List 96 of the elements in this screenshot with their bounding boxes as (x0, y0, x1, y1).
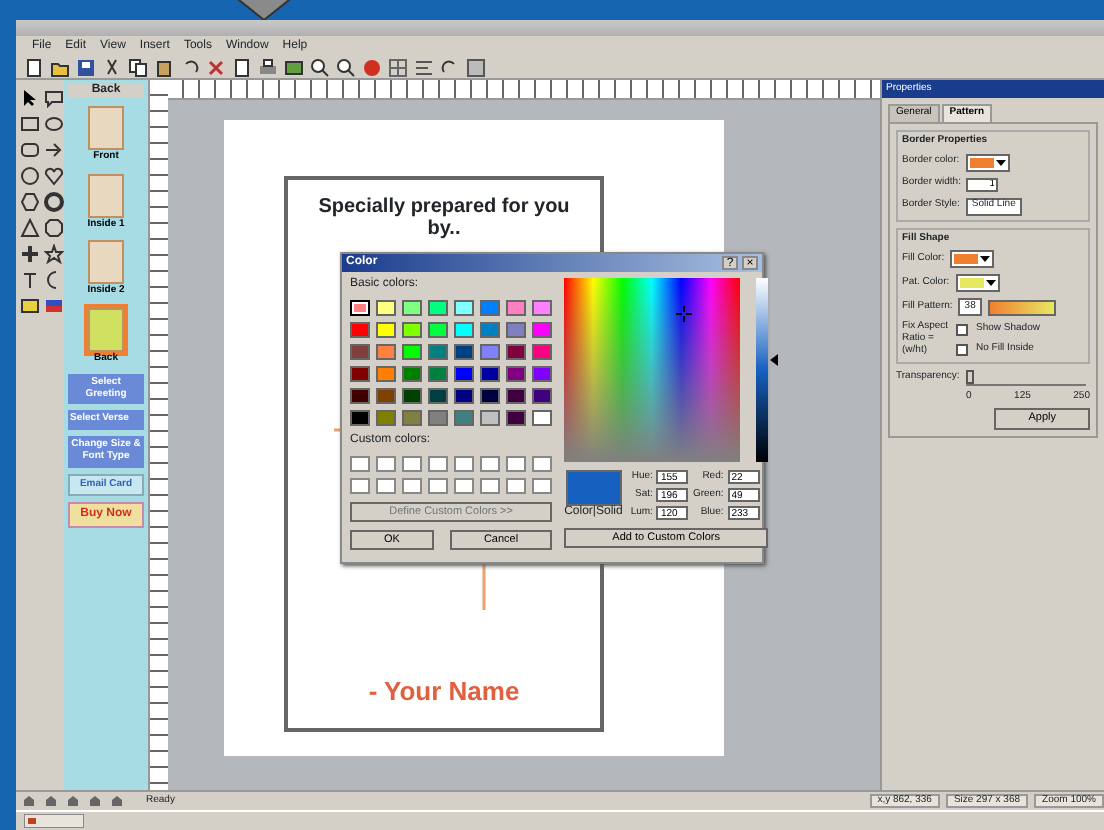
color-swatch[interactable] (454, 321, 474, 338)
picture-icon[interactable] (20, 296, 40, 316)
color-swatch[interactable] (376, 409, 396, 426)
color-swatch[interactable] (402, 409, 422, 426)
color-spectrum[interactable] (564, 278, 741, 462)
star-icon[interactable] (44, 244, 64, 264)
color-swatch[interactable] (350, 321, 370, 338)
color-dropdown[interactable] (965, 153, 1010, 171)
color-swatch[interactable] (506, 321, 526, 338)
image-icon[interactable] (284, 57, 304, 77)
color-swatch[interactable] (428, 387, 448, 404)
color-swatch[interactable] (350, 409, 370, 426)
heart-icon[interactable] (44, 166, 64, 186)
redo-icon[interactable] (440, 57, 460, 77)
layers-icon[interactable] (466, 57, 486, 77)
caret-icon (995, 157, 1006, 167)
caret-icon (985, 278, 996, 289)
color-swatch[interactable] (376, 365, 396, 382)
signature-text: - Your Name (368, 678, 520, 708)
speech-bubble-icon[interactable] (44, 88, 64, 108)
color-swatch[interactable] (480, 321, 500, 338)
copy-icon[interactable] (128, 57, 148, 77)
caret-icon (980, 254, 991, 265)
undo-icon[interactable] (180, 57, 200, 77)
color-swatch[interactable] (428, 321, 448, 338)
color-swatch[interactable] (454, 409, 474, 426)
color-preview (565, 470, 622, 507)
color-swatch[interactable] (454, 299, 474, 316)
new-file-icon[interactable] (24, 57, 44, 77)
color-swatch[interactable] (506, 365, 526, 382)
crosshair-icon (676, 306, 693, 322)
color-swatch[interactable] (428, 409, 448, 426)
paste-icon[interactable] (154, 57, 174, 77)
color-swatch[interactable] (480, 387, 500, 404)
color-swatch[interactable] (454, 365, 474, 382)
color-swatch[interactable] (480, 365, 500, 382)
color-swatch[interactable] (454, 387, 474, 404)
color-swatch[interactable] (454, 343, 474, 360)
color-swatch[interactable] (402, 321, 422, 338)
color-swatch[interactable] (350, 365, 370, 382)
color-swatch[interactable] (350, 299, 370, 316)
color-dropdown[interactable] (950, 250, 995, 269)
color-swatch[interactable] (376, 321, 396, 338)
color-swatch[interactable] (532, 365, 552, 382)
color-dropdown[interactable] (955, 274, 1000, 293)
cross-icon[interactable] (20, 244, 40, 264)
triangle-icon[interactable] (20, 218, 40, 238)
color-swatch[interactable] (480, 343, 500, 360)
open-folder-icon[interactable] (50, 57, 70, 77)
color-swatch[interactable] (350, 343, 370, 360)
slider-thumb[interactable] (965, 369, 974, 383)
text-icon[interactable] (20, 270, 40, 290)
color-swatch[interactable] (506, 409, 526, 426)
print-preview-icon[interactable] (232, 57, 252, 77)
color-swatch[interactable] (402, 299, 422, 316)
pointer-icon[interactable] (20, 88, 40, 108)
color-swatch[interactable] (532, 387, 552, 404)
cut-icon[interactable] (102, 57, 122, 77)
color-swatch[interactable] (532, 409, 552, 426)
delete-icon[interactable] (206, 57, 226, 77)
color-swatch[interactable] (376, 343, 396, 360)
color-swatch[interactable] (402, 365, 422, 382)
color-swatch[interactable] (506, 343, 526, 360)
card-heading: Specially prepared for you by.. (316, 196, 572, 240)
color-swatch[interactable] (376, 299, 396, 316)
color-swatch[interactable] (532, 321, 552, 338)
zoom-out-icon[interactable] (336, 57, 356, 77)
rectangle-icon[interactable] (20, 114, 40, 134)
color-swatch[interactable] (376, 387, 396, 404)
color-swatch[interactable] (350, 387, 370, 404)
color-swatch[interactable] (480, 299, 500, 316)
color-swatch[interactable] (402, 387, 422, 404)
octagon-icon[interactable] (44, 218, 64, 238)
color-swatch[interactable] (402, 343, 422, 360)
hexagon-icon[interactable] (20, 192, 40, 212)
color-swatch[interactable] (506, 299, 526, 316)
ring-icon[interactable] (44, 192, 64, 212)
pattern-swatch (987, 299, 1056, 316)
grid-icon[interactable] (388, 57, 408, 77)
align-icon[interactable] (414, 57, 434, 77)
oval-icon[interactable] (44, 114, 64, 134)
color-swatch[interactable] (480, 409, 500, 426)
color-swatch[interactable] (428, 343, 448, 360)
save-icon[interactable] (76, 57, 96, 77)
color-swatch[interactable] (532, 299, 552, 316)
zoom-in-icon[interactable] (310, 57, 330, 77)
window-icon[interactable] (24, 814, 84, 828)
flag-icon[interactable] (44, 296, 64, 316)
color-swatch[interactable] (428, 365, 448, 382)
print-icon[interactable] (258, 57, 278, 77)
arrow-icon[interactable] (44, 140, 64, 160)
color-swatch[interactable] (428, 299, 448, 316)
color-swatch[interactable] (532, 343, 552, 360)
color-swatch[interactable] (506, 387, 526, 404)
circle-icon[interactable] (20, 166, 40, 186)
rounded-rectangle-icon[interactable] (20, 140, 40, 160)
